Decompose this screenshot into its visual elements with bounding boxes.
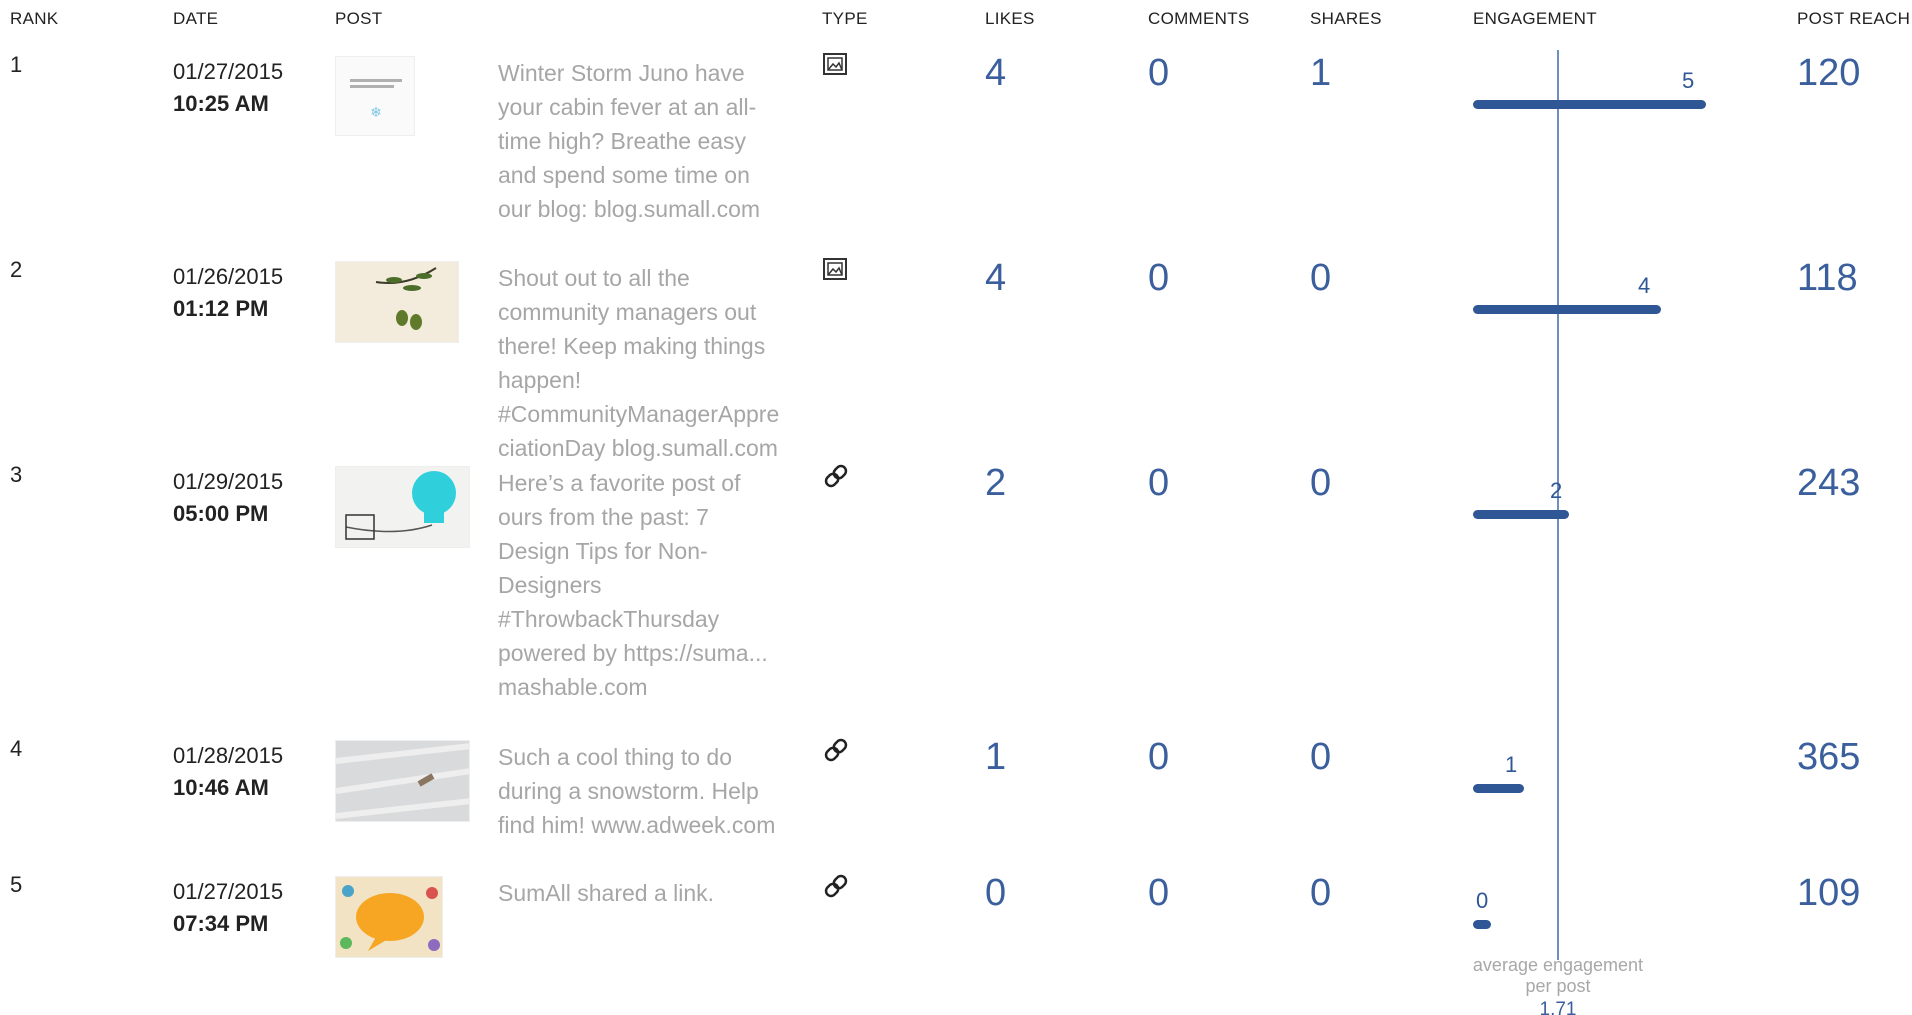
likes-value: 4 [985, 257, 1007, 299]
post-text[interactable]: SumAll shared a link. [498, 876, 783, 910]
engagement-label: 1 [1505, 752, 1518, 777]
shares-value: 1 [1310, 52, 1332, 94]
engagement-label: 4 [1638, 273, 1651, 298]
average-engagement-value: 1.71 [1539, 999, 1577, 1015]
image-icon [822, 257, 850, 285]
link-icon [822, 872, 850, 900]
post-date: 01/26/2015 [173, 264, 284, 289]
header-type: TYPE [822, 9, 868, 28]
post-thumbnail[interactable]: ❄ [335, 56, 415, 136]
post-reach-value: 365 [1797, 736, 1861, 778]
post-reach-value: 109 [1797, 872, 1861, 914]
post-time: 05:00 PM [173, 501, 269, 526]
post-date: 01/29/2015 [173, 469, 284, 494]
post-reach-value: 118 [1797, 257, 1858, 299]
date-cell: 01/28/2015 10:46 AM [173, 740, 283, 804]
date-cell: 01/29/2015 05:00 PM [173, 466, 283, 530]
average-engagement-line [1557, 50, 1559, 960]
rank-cell: 1 [10, 52, 23, 77]
header-comments: COMMENTS [1148, 9, 1250, 28]
post-date: 01/28/2015 [173, 743, 284, 768]
rank-cell: 5 [10, 872, 23, 897]
speech-bubble-illustration-image [340, 885, 440, 951]
likes-value: 1 [985, 736, 1007, 778]
blog-thumbnail-image: ❄ [350, 79, 402, 120]
post-time: 07:34 PM [173, 911, 269, 936]
engagement-bar [1473, 100, 1706, 109]
shares-value: 0 [1310, 462, 1332, 504]
engagement-label: 0 [1476, 888, 1489, 913]
post-time: 10:25 AM [173, 91, 269, 116]
olive-illustration-image [375, 267, 437, 330]
rank-cell: 4 [10, 736, 23, 761]
engagement-bar [1473, 305, 1661, 314]
engagement-bar [1473, 510, 1569, 519]
header-likes: LIKES [985, 9, 1035, 28]
comments-value: 0 [1148, 872, 1170, 914]
average-caption-line2: per post [1525, 976, 1591, 996]
average-caption-line1: average engagement [1472, 955, 1644, 975]
post-reach-value: 243 [1797, 462, 1861, 504]
date-cell: 01/27/2015 10:25 AM [173, 56, 283, 120]
post-time: 10:46 AM [173, 775, 269, 800]
shares-value: 0 [1310, 736, 1332, 778]
engagement-bar [1473, 920, 1491, 929]
snow-photo-image [336, 741, 469, 821]
post-text[interactable]: Here’s a favorite post of ours from the … [498, 466, 783, 704]
likes-value: 4 [985, 52, 1007, 94]
post-text[interactable]: Shout out to all the community managers … [498, 261, 783, 465]
likes-value: 2 [985, 462, 1007, 504]
post-date: 01/27/2015 [173, 59, 284, 84]
post-thumbnail[interactable] [335, 876, 443, 958]
average-engagement-caption: average engagement per post [1440, 955, 1676, 997]
header-date: DATE [173, 9, 219, 28]
image-icon [822, 52, 850, 80]
header-shares: SHARES [1310, 9, 1382, 28]
shares-value: 0 [1310, 257, 1332, 299]
header-rank: RANK [10, 9, 59, 28]
post-thumbnail[interactable] [335, 261, 459, 343]
lightbulb-illustration-image [345, 471, 456, 540]
comments-value: 0 [1148, 52, 1170, 94]
header-post: POST [335, 9, 383, 28]
shares-value: 0 [1310, 872, 1332, 914]
post-thumbnail[interactable] [335, 740, 470, 822]
svg-text:❄: ❄ [370, 104, 382, 120]
post-date: 01/27/2015 [173, 879, 284, 904]
post-time: 01:12 PM [173, 296, 269, 321]
header-engagement: ENGAGEMENT [1473, 9, 1597, 28]
engagement-label: 5 [1682, 68, 1695, 93]
post-text[interactable]: Such a cool thing to do during a snowsto… [498, 740, 783, 842]
comments-value: 0 [1148, 257, 1170, 299]
date-cell: 01/26/2015 01:12 PM [173, 261, 283, 325]
post-reach-value: 120 [1797, 52, 1861, 94]
link-icon [822, 736, 850, 764]
comments-value: 0 [1148, 736, 1170, 778]
engagement-bar [1473, 784, 1524, 793]
header-post-reach: POST REACH [1797, 9, 1911, 28]
date-cell: 01/27/2015 07:34 PM [173, 876, 283, 940]
rank-cell: 3 [10, 462, 23, 487]
likes-value: 0 [985, 872, 1007, 914]
comments-value: 0 [1148, 462, 1170, 504]
rank-cell: 2 [10, 257, 23, 282]
post-thumbnail[interactable] [335, 466, 470, 548]
engagement-label: 2 [1550, 478, 1563, 503]
link-icon [822, 462, 850, 490]
post-text[interactable]: Winter Storm Juno have your cabin fever … [498, 56, 783, 226]
